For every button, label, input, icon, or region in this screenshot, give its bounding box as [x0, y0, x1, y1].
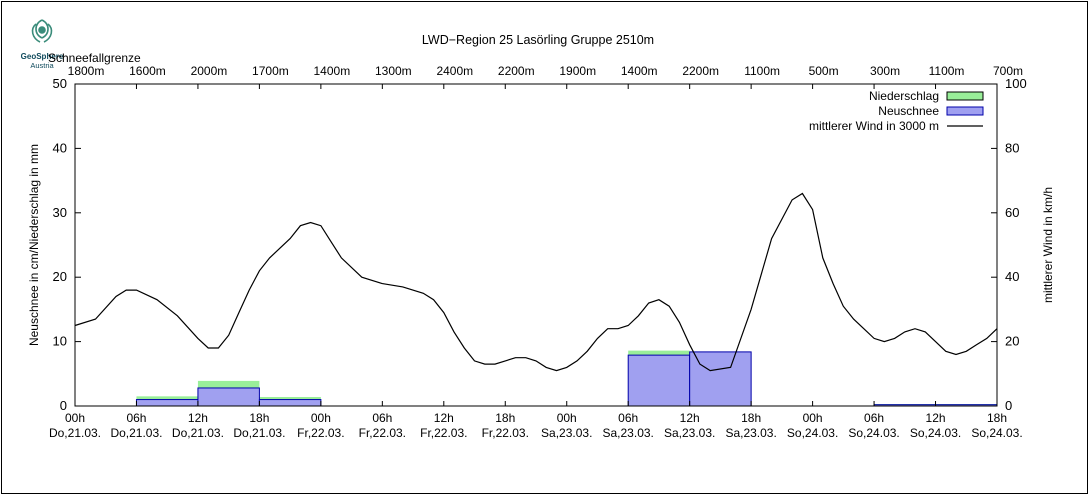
x-tick-time-label: 06h: [372, 411, 392, 425]
x-tick-day-label: Sa,23.03.: [725, 426, 776, 440]
y2-tick-label: 0: [1005, 398, 1012, 413]
snowline-label: 1400m: [314, 64, 351, 78]
y-axis-label: Neuschnee in cm/Niederschlag in mm: [27, 144, 41, 346]
x-tick-time-label: 12h: [680, 411, 700, 425]
snowline-label: 2000m: [191, 64, 228, 78]
x-tick-time-label: 00h: [311, 411, 331, 425]
x-tick-day-label: So,24.03.: [787, 426, 838, 440]
snowline-label: 300m: [870, 64, 900, 78]
x-tick-time-label: 00h: [803, 411, 823, 425]
y2-axis-label: mittlerer Wind in km/h: [1041, 187, 1055, 303]
neuschnee-bar-1: [197, 387, 260, 407]
chart-title: LWD−Region 25 Lasörling Gruppe 2510m: [422, 33, 654, 47]
x-tick-day-label: Do,21.03.: [172, 426, 224, 440]
x-tick-time-label: 00h: [557, 411, 577, 425]
x-tick-day-label: Fr,22.03.: [420, 426, 467, 440]
snowline-label: 2200m: [498, 64, 535, 78]
x-tick-day-label: Fr,22.03.: [482, 426, 529, 440]
x-tick-day-label: Fr,22.03.: [297, 426, 344, 440]
x-tick-time-label: 18h: [495, 411, 515, 425]
wind-line-layer: [74, 192, 998, 372]
y-tick-label: 40: [53, 140, 67, 155]
y-tick-label: 10: [53, 334, 67, 349]
legend: NiederschlagNeuschneemittlerer Wind in 3…: [809, 89, 984, 133]
y2-tick-label: 40: [1005, 269, 1019, 284]
x-tick-day-label: So,24.03.: [910, 426, 961, 440]
legend-swatch: [946, 91, 984, 101]
x-tick-time-label: 06h: [618, 411, 638, 425]
snowline-label: 1800m: [68, 64, 105, 78]
neuschnee-bar-3: [627, 354, 691, 407]
x-tick-day-label: So,24.03.: [971, 426, 1022, 440]
y-tick-label: 50: [53, 76, 67, 91]
legend-label: mittlerer Wind in 3000 m: [809, 119, 939, 133]
snowline-axis-title: Schneefallgrenze: [48, 51, 141, 65]
snowline-label: 500m: [809, 64, 839, 78]
x-tick-day-label: Do,21.03.: [110, 426, 162, 440]
y-tick-label: 0: [60, 398, 67, 413]
x-tick-time-label: 18h: [249, 411, 269, 425]
x-tick-day-label: Do,21.03.: [233, 426, 285, 440]
bars-layer: [135, 350, 998, 407]
neuschnee-bar-0: [135, 399, 199, 407]
x-tick-time-label: 00h: [65, 411, 85, 425]
wind-line: [74, 192, 998, 372]
snowline-label: 1100m: [929, 64, 965, 78]
snowline-label: 1900m: [559, 64, 596, 78]
x-tick-day-label: Sa,23.03.: [664, 426, 715, 440]
snowline-label: 1700m: [252, 64, 289, 78]
x-tick-day-label: So,24.03.: [848, 426, 899, 440]
snowline-label: 2400m: [436, 64, 473, 78]
chart-svg: LWD−Region 25 Lasörling Gruppe 2510m Sch…: [27, 33, 1055, 440]
y2-tick-label: 20: [1005, 334, 1019, 349]
x-tick-day-label: Fr,22.03.: [359, 426, 406, 440]
x-tick-time-label: 12h: [926, 411, 946, 425]
x-tick-time-label: 18h: [987, 411, 1007, 425]
neuschnee-bar-4: [689, 351, 752, 407]
x-tick-time-label: 06h: [864, 411, 884, 425]
y2-tick-label: 100: [1005, 76, 1027, 91]
x-tick-day-label: Sa,23.03.: [603, 426, 654, 440]
x-tick-time-label: 12h: [188, 411, 208, 425]
snowline-label: 1600m: [129, 64, 166, 78]
snowline-label: 1300m: [375, 64, 412, 78]
y2-tick-label: 60: [1005, 205, 1019, 220]
legend-label: Neuschnee: [878, 104, 939, 118]
snowline-label: 1100m: [744, 64, 780, 78]
y-tick-label: 20: [53, 269, 67, 284]
y2-tick-label: 80: [1005, 140, 1019, 155]
x-tick-time-label: 12h: [434, 411, 454, 425]
legend-label: Niederschlag: [869, 89, 939, 103]
snowline-label: 2200m: [682, 64, 719, 78]
y-tick-label: 30: [53, 205, 67, 220]
legend-swatch: [946, 106, 984, 116]
x-tick-time-label: 06h: [126, 411, 146, 425]
x-tick-time-label: 18h: [741, 411, 761, 425]
x-tick-day-label: Do,21.03.: [49, 426, 101, 440]
snowline-label: 1400m: [621, 64, 658, 78]
neuschnee-bar-2: [258, 399, 322, 407]
x-tick-day-label: Sa,23.03.: [541, 426, 592, 440]
